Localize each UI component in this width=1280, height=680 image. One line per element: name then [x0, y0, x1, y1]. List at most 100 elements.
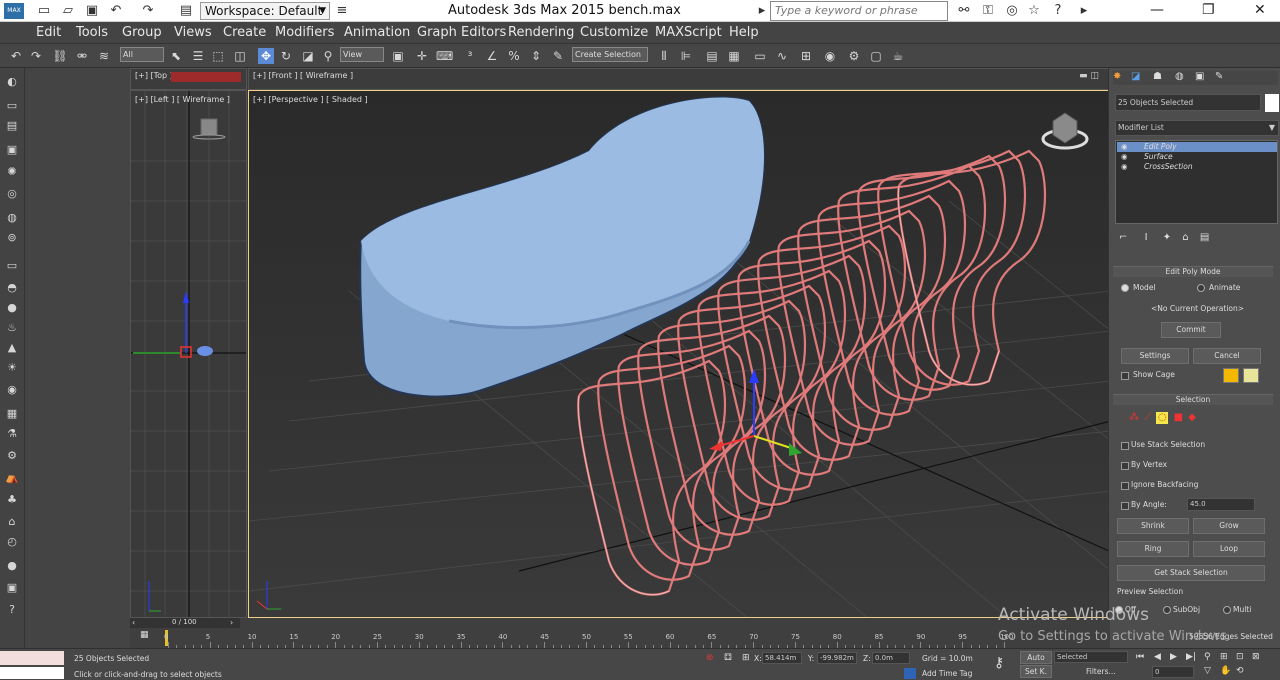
- current-frame-field[interactable]: 0: [1152, 666, 1194, 678]
- ring-button[interactable]: Ring: [1117, 541, 1189, 557]
- info-center-arrow-icon[interactable]: ▸: [754, 3, 770, 19]
- manipulate-icon[interactable]: ✛: [414, 48, 430, 64]
- tool-icon-7[interactable]: ◍: [4, 210, 20, 226]
- tool-icon-8[interactable]: ⊚: [4, 230, 20, 246]
- selection-filter-dropdown[interactable]: All: [120, 47, 164, 62]
- menu-create[interactable]: Create: [223, 25, 266, 40]
- menu-group[interactable]: Group: [122, 25, 162, 40]
- left-viewport-label[interactable]: [+] [Left ] [ Wireframe ]: [135, 95, 230, 104]
- unlink-icon[interactable]: ⚮: [74, 48, 90, 64]
- shrink-button[interactable]: Shrink: [1117, 518, 1189, 534]
- cage-color-swatch-2[interactable]: [1243, 368, 1259, 383]
- edge-mode-icon[interactable]: ⟋: [1144, 412, 1151, 423]
- keyboard-shortcut-icon[interactable]: ⌨: [436, 48, 453, 64]
- quick-access-menu-icon[interactable]: ≡: [334, 3, 350, 19]
- stack-item-edit-poly[interactable]: ◉ Edit Poly: [1117, 142, 1277, 152]
- mini-curve-editor-icon[interactable]: ▦: [140, 630, 149, 640]
- time-next-icon[interactable]: ›: [230, 618, 233, 627]
- stack-item-surface[interactable]: ◉ Surface: [1117, 152, 1277, 162]
- torus-icon[interactable]: ◉: [4, 382, 20, 398]
- edit-poly-mode-rollout-header[interactable]: Edit Poly Mode: [1113, 266, 1273, 277]
- menu-graph-editors[interactable]: Graph Editors: [417, 25, 506, 40]
- display-tab-icon[interactable]: ▣: [1195, 71, 1204, 82]
- cage-color-swatch-1[interactable]: [1223, 368, 1239, 383]
- restore-icon[interactable]: ❐: [1202, 2, 1215, 18]
- zoom-extents-icon[interactable]: ⊡: [1236, 652, 1244, 662]
- render-production-icon[interactable]: ☕: [890, 48, 906, 64]
- border-mode-icon[interactable]: ◌: [1156, 412, 1169, 424]
- teapot-icon[interactable]: ♨: [4, 320, 20, 336]
- preview-multi-radio[interactable]: [1223, 606, 1231, 614]
- open-file-icon[interactable]: ▱: [60, 3, 76, 19]
- align-icon[interactable]: ⊫: [678, 48, 694, 64]
- layer-manager-icon[interactable]: ▦: [726, 48, 742, 64]
- front-viewport-label[interactable]: [+] [Front ] [ Wireframe ]: [253, 71, 353, 80]
- menu-modifiers[interactable]: Modifiers: [275, 25, 334, 40]
- cancel-button[interactable]: Cancel: [1193, 348, 1261, 364]
- select-object-icon[interactable]: ⬉: [168, 48, 184, 64]
- z-coordinate-field[interactable]: 0.0m: [872, 652, 910, 664]
- minimize-icon[interactable]: —: [1150, 2, 1164, 18]
- x-coordinate-field[interactable]: 58.414m: [762, 652, 802, 664]
- stack-item-crosssection[interactable]: ◉ CrossSection: [1117, 162, 1277, 172]
- selection-rollout-header[interactable]: Selection: [1113, 394, 1273, 405]
- tool-icon-19[interactable]: ⛺: [4, 470, 20, 486]
- rendered-frame-window-icon[interactable]: ▢: [868, 48, 884, 64]
- spinner-snap-icon[interactable]: ⇕: [528, 48, 544, 64]
- utilities-tab-icon[interactable]: ✎: [1215, 71, 1223, 82]
- by-angle-checkbox[interactable]: [1121, 502, 1129, 510]
- show-cage-checkbox[interactable]: [1121, 372, 1129, 380]
- orbit-icon[interactable]: ⟲: [1236, 666, 1244, 676]
- perspective-viewport[interactable]: [+] [Perspective ] [ Shaded ]: [248, 90, 1110, 618]
- menu-views[interactable]: Views: [174, 25, 212, 40]
- angle-field[interactable]: 45.0: [1187, 498, 1255, 511]
- object-color-swatch[interactable]: [1265, 94, 1279, 112]
- viewport-restore-icon[interactable]: ▬ ◫: [1079, 71, 1099, 81]
- eye-icon[interactable]: ◉: [1121, 152, 1128, 161]
- grow-button[interactable]: Grow: [1193, 518, 1265, 534]
- menu-rendering[interactable]: Rendering: [508, 25, 574, 40]
- play-icon[interactable]: ▶: [1170, 652, 1177, 662]
- mirror-icon[interactable]: ⫴: [656, 48, 672, 64]
- percent-snap-icon[interactable]: %: [506, 48, 522, 64]
- layer-explorer-icon[interactable]: ▤: [704, 48, 720, 64]
- modify-tab-icon[interactable]: ◪: [1131, 71, 1140, 82]
- commit-button[interactable]: Commit: [1161, 322, 1221, 338]
- tree-icon[interactable]: ♣: [4, 492, 20, 508]
- modifier-list-dropdown[interactable]: Modifier List ▼: [1115, 120, 1279, 136]
- undo-icon[interactable]: ↶: [8, 48, 24, 64]
- loop-button[interactable]: Loop: [1193, 541, 1265, 557]
- tool-icon-22[interactable]: ◴: [4, 534, 20, 550]
- rectangle-selection-icon[interactable]: ⬚: [210, 48, 226, 64]
- help-icon[interactable]: ?: [1050, 3, 1066, 19]
- link-icon[interactable]: ⛓: [52, 48, 68, 64]
- select-and-scale-icon[interactable]: ◪: [300, 48, 316, 64]
- pan-icon[interactable]: ✋: [1220, 666, 1231, 676]
- isolate-icon[interactable]: ⚃: [724, 653, 732, 663]
- tool-icon-6[interactable]: ◎: [4, 186, 20, 202]
- menu-customize[interactable]: Customize: [580, 25, 648, 40]
- set-key-icon[interactable]: ⚷: [994, 655, 1004, 671]
- reference-coordinate-dropdown[interactable]: View: [340, 47, 384, 62]
- pivot-center-icon[interactable]: ▣: [390, 48, 406, 64]
- auto-key-button[interactable]: Auto: [1020, 651, 1052, 664]
- render-setup-icon[interactable]: ⚙: [846, 48, 862, 64]
- by-vertex-checkbox[interactable]: [1121, 462, 1129, 470]
- menu-help[interactable]: Help: [729, 25, 759, 40]
- y-coordinate-field[interactable]: -99.982m: [817, 652, 857, 664]
- lock-selection-icon[interactable]: ⊚: [706, 653, 714, 663]
- lightbulb-icon[interactable]: ✺: [4, 164, 20, 180]
- search-input[interactable]: Type a keyword or phrase: [770, 1, 948, 21]
- get-stack-selection-button[interactable]: Get Stack Selection: [1117, 565, 1265, 581]
- new-file-icon[interactable]: ▭: [36, 3, 52, 19]
- binoculars-icon[interactable]: ⚯: [956, 3, 972, 19]
- redo-icon[interactable]: ↷: [140, 3, 156, 19]
- zoom-all-icon[interactable]: ⊞: [1220, 652, 1228, 662]
- absolute-mode-icon[interactable]: ⊞: [742, 653, 750, 663]
- maximize-viewport-icon[interactable]: ⊠: [1252, 652, 1260, 662]
- angle-snap-icon[interactable]: ∠: [484, 48, 500, 64]
- left-viewport[interactable]: [+] [Left ] [ Wireframe ]: [130, 90, 247, 618]
- add-time-tag-label[interactable]: Add Time Tag: [922, 669, 972, 678]
- undo-icon[interactable]: ↶: [108, 3, 124, 19]
- preview-subobj-radio[interactable]: [1163, 606, 1171, 614]
